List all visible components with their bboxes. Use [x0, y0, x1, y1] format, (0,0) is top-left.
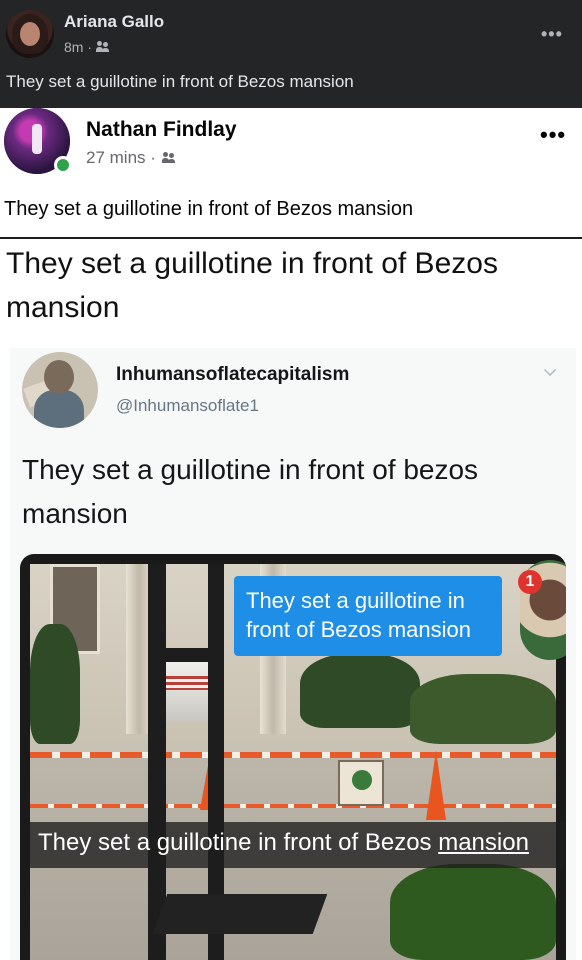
- tweet-text: They set a guillotine in front of bezos …: [22, 454, 479, 529]
- caption-text: They set a guillotine in front of Bezos: [38, 829, 439, 856]
- divider: [0, 237, 582, 239]
- friends-icon: [161, 152, 176, 164]
- outer-post-author[interactable]: Ariana Gallo: [64, 12, 164, 32]
- barrier-tape: [30, 752, 556, 758]
- ariana-avatar[interactable]: [6, 10, 54, 58]
- hedge: [390, 864, 556, 960]
- guillotine-post: [148, 564, 166, 960]
- tweet-card: Inhumansoflatecapitalism @Inhumansoflate…: [10, 348, 576, 960]
- tweet-avatar: [22, 352, 98, 428]
- outer-post-meta: 8m ·: [64, 39, 110, 55]
- caption-underlined-word: mansion: [438, 829, 529, 856]
- inner-post-text: They set a guillotine in front of Bezos …: [4, 198, 414, 220]
- friends-icon: [96, 41, 110, 53]
- inner-post-time: 27 mins ·: [86, 148, 156, 167]
- outer-post-time[interactable]: 8m ·: [64, 39, 92, 55]
- outer-post-text: They set a guillotine in front of Bezos …: [6, 72, 354, 91]
- blade-stripes: [166, 676, 208, 690]
- avatar-body: [34, 390, 84, 428]
- inner-post-author: Nathan Findlay: [86, 118, 237, 141]
- story-text-bubble: They set a guillotine in front of Bezos …: [234, 576, 502, 656]
- guillotine-bench: [152, 894, 328, 934]
- tweet-display-name: Inhumansoflatecapitalism: [116, 364, 350, 385]
- inner-more-dots-icon: •••: [540, 122, 567, 147]
- notification-badge: 1: [518, 570, 542, 594]
- more-dots-icon[interactable]: •••: [541, 24, 563, 45]
- avatar-head: [44, 360, 74, 394]
- guillotine-blade: [166, 662, 208, 722]
- online-status-dot: [54, 156, 72, 174]
- chevron-down-icon: [544, 364, 556, 376]
- tweet-photo: They set a guillotine in front of Bezos …: [20, 554, 566, 960]
- hedge: [410, 674, 556, 744]
- outer-post-header: Ariana Gallo 8m · ••• They set a guillot…: [0, 0, 582, 108]
- repost-text: They set a guillotine in front of Bezos …: [6, 247, 498, 324]
- traffic-cone: [426, 750, 446, 820]
- tweet-handle: @Inhumansoflate1: [116, 396, 259, 415]
- avatar-figure: [32, 124, 42, 154]
- photo-caption: They set a guillotine in front of Bezos …: [38, 829, 529, 857]
- guillotine-crossbar: [148, 648, 224, 662]
- barrier-tape: [30, 804, 556, 808]
- avatar-face: [20, 22, 40, 46]
- shared-screenshot[interactable]: Nathan Findlay 27 mins · ••• They set a …: [0, 108, 582, 960]
- inner-post-meta: 27 mins ·: [86, 148, 176, 168]
- hedge: [300, 654, 420, 728]
- protest-sign: [338, 760, 384, 806]
- hedge: [30, 624, 80, 744]
